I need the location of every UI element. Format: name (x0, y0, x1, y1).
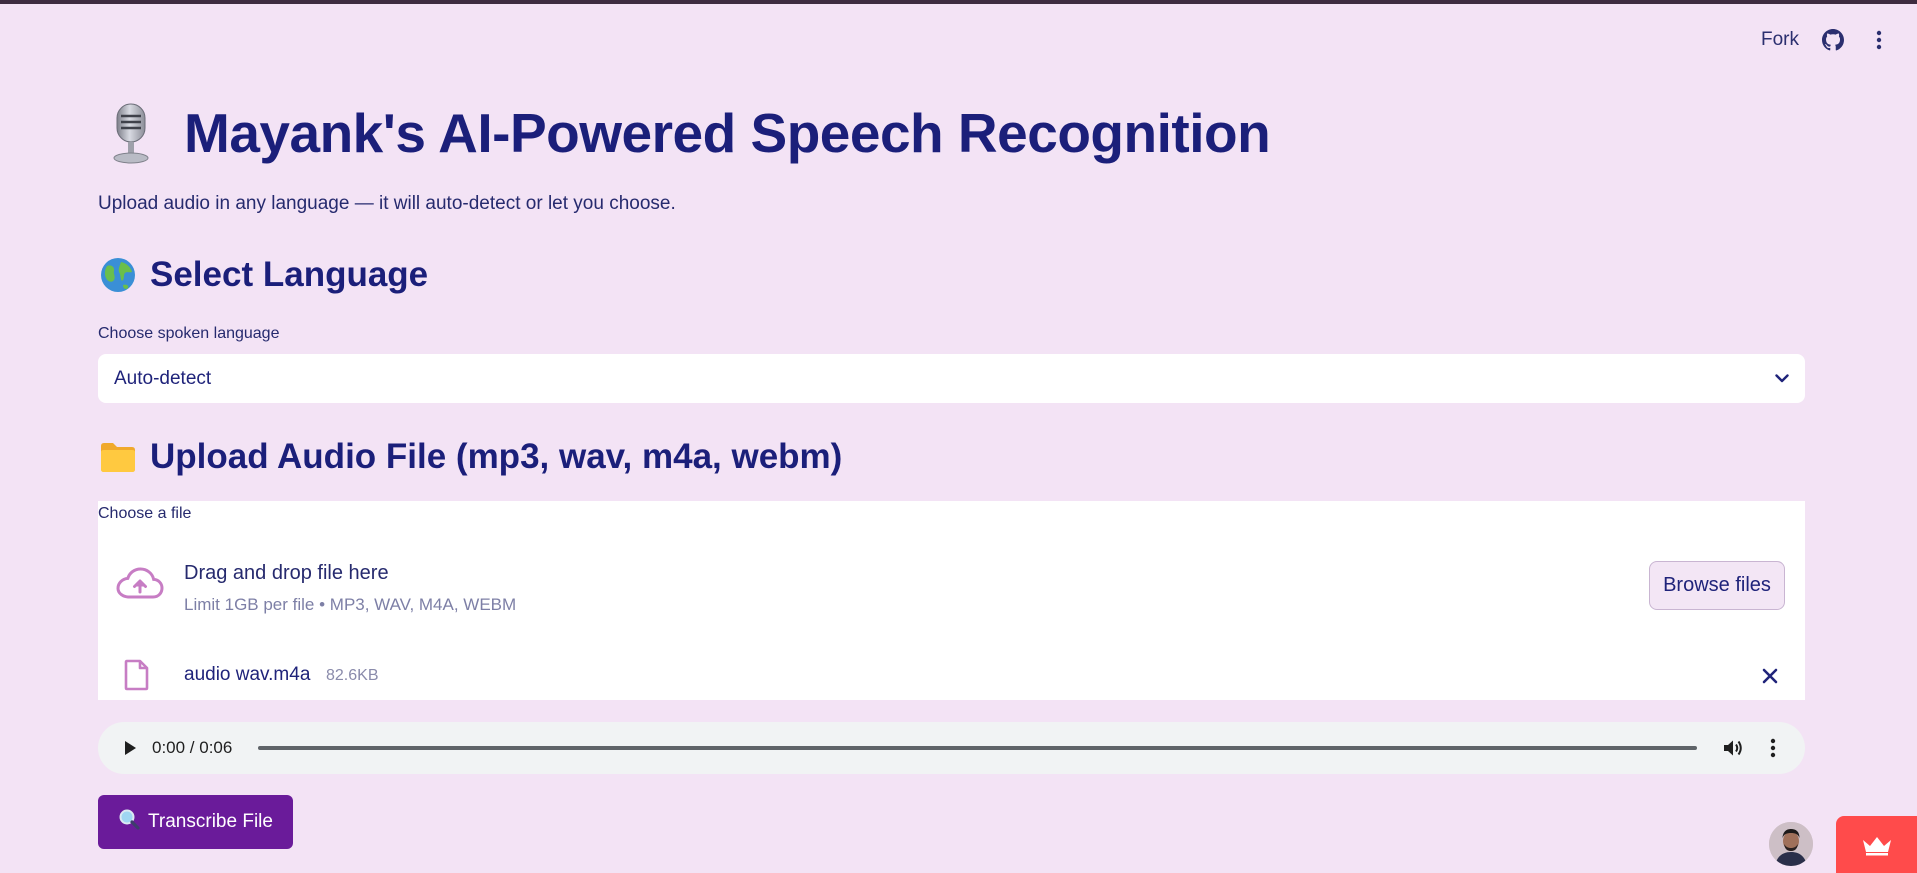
transcribe-file-label: Transcribe File (148, 811, 273, 832)
file-icon (124, 659, 150, 696)
globe-icon (98, 255, 138, 295)
audio-time-display: 0:00 / 0:06 (152, 738, 233, 757)
language-select-label: Choose spoken language (98, 325, 280, 342)
volume-icon[interactable] (1721, 736, 1745, 760)
upload-section-heading: Upload Audio File (mp3, wav, m4a, webm) (98, 437, 842, 477)
github-icon[interactable] (1821, 28, 1845, 52)
file-uploader-label: Choose a file (98, 505, 192, 522)
audio-progress-bar[interactable] (258, 746, 1697, 750)
header-toolbar: Fork (1761, 28, 1891, 52)
dropzone-limit-text: Limit 1GB per file • MP3, WAV, M4A, WEBM (184, 595, 517, 614)
remove-file-icon[interactable] (1759, 665, 1781, 687)
play-icon[interactable] (118, 736, 142, 760)
avatar[interactable] (1769, 822, 1813, 866)
upload-section-title: Upload Audio File (mp3, wav, m4a, webm) (150, 437, 843, 476)
language-section-heading: Select Language (98, 255, 428, 295)
top-decoration-bar (0, 0, 1917, 4)
title-row: Mayank's AI-Powered Speech Recognition (98, 100, 1271, 166)
microphone-icon (98, 100, 164, 166)
dropzone-instructions: Drag and drop file here (184, 562, 389, 584)
transcribe-file-button[interactable]: Transcribe File (98, 795, 293, 849)
crown-badge-icon[interactable] (1836, 816, 1917, 873)
uploaded-file-name: audio wav.m4a (184, 664, 311, 685)
page-title: Mayank's AI-Powered Speech Recognition (184, 102, 1271, 164)
folder-icon (98, 437, 138, 477)
language-select[interactable]: Auto-detect (98, 354, 1805, 403)
language-section-title: Select Language (150, 255, 429, 294)
uploaded-file-size: 82.6KB (326, 667, 379, 684)
audio-player: 0:00 / 0:06 (98, 722, 1805, 774)
cloud-upload-icon (116, 565, 164, 606)
chevron-down-icon (1775, 370, 1789, 388)
browse-files-button[interactable]: Browse files (1649, 561, 1785, 610)
language-select-value: Auto-detect (114, 367, 212, 389)
more-vertical-icon[interactable] (1867, 28, 1891, 52)
audio-options-icon[interactable] (1761, 736, 1785, 760)
page-subtitle: Upload audio in any language — it will a… (98, 193, 676, 214)
magnifier-icon (118, 808, 140, 836)
file-uploader: Choose a file Drag and drop file here Li… (98, 501, 1805, 700)
fork-link[interactable]: Fork (1761, 29, 1799, 51)
